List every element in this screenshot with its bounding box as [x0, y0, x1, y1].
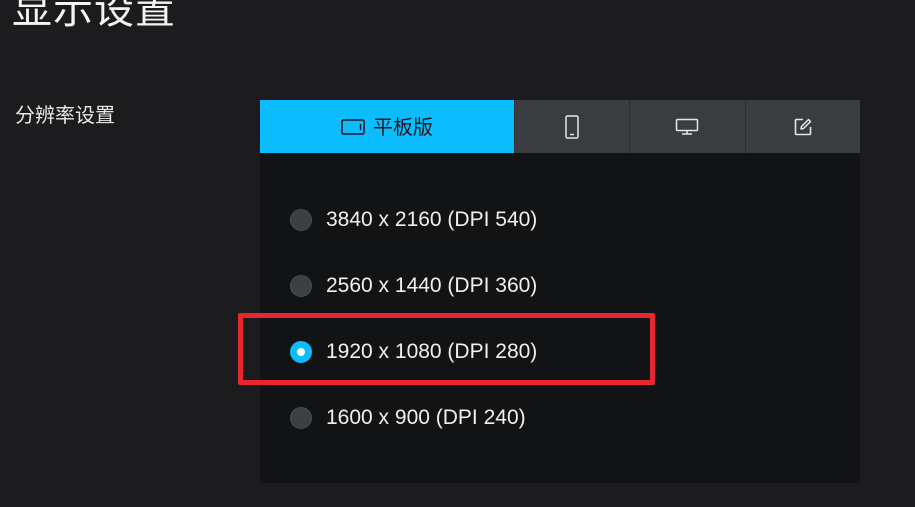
tab-phone[interactable] [514, 100, 630, 153]
phone-icon [565, 114, 579, 139]
edit-icon [793, 117, 813, 137]
radio-button[interactable] [290, 209, 312, 231]
monitor-icon [675, 118, 699, 136]
tab-tablet-label: 平板版 [373, 114, 433, 139]
option-label: 2560 x 1440 (DPI 360) [326, 274, 538, 297]
option-label: 3840 x 2160 (DPI 540) [326, 208, 538, 231]
page-title: 显示设置 [12, 0, 176, 33]
tab-monitor[interactable] [629, 100, 745, 153]
resolution-option-3840x2160[interactable]: 3840 x 2160 (DPI 540) [290, 205, 537, 235]
resolution-option-1920x1080[interactable]: 1920 x 1080 (DPI 280) [290, 337, 537, 367]
resolution-panel: 平板版 3840 x 2160 (DPI 540) 2560 x 1440 (D… [260, 100, 860, 483]
radio-button-selected[interactable] [290, 341, 312, 363]
resolution-section-label: 分辨率设置 [15, 103, 115, 127]
device-tabs: 平板版 [260, 100, 860, 153]
resolution-option-1600x900[interactable]: 1600 x 900 (DPI 240) [290, 403, 526, 433]
resolution-option-2560x1440[interactable]: 2560 x 1440 (DPI 360) [290, 271, 537, 301]
tablet-icon [341, 118, 365, 136]
tab-tablet[interactable]: 平板版 [260, 100, 514, 153]
option-label: 1600 x 900 (DPI 240) [326, 406, 526, 429]
option-label: 1920 x 1080 (DPI 280) [326, 340, 538, 363]
radio-button[interactable] [290, 407, 312, 429]
tab-custom[interactable] [744, 100, 860, 153]
radio-button[interactable] [290, 275, 312, 297]
